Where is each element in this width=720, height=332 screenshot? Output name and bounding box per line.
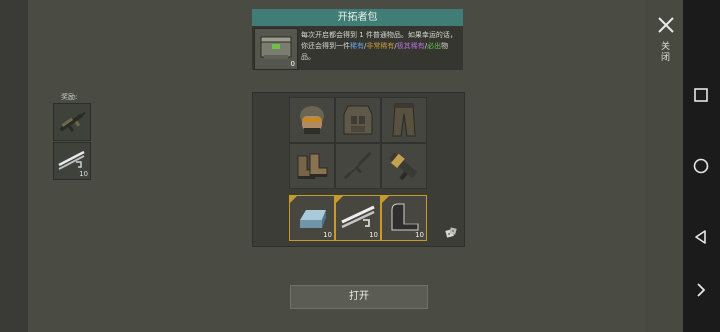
close-label[interactable]: 关闭 (661, 42, 671, 64)
bonus-item-pipes[interactable]: 10 (335, 195, 381, 241)
rifle-icon (343, 151, 372, 180)
item-boots[interactable] (289, 143, 335, 189)
item-helmet[interactable] (289, 97, 335, 143)
item-launcher[interactable] (381, 143, 427, 189)
desc-very-rare: 非常稀有 (366, 42, 395, 50)
launcher-icon (389, 152, 418, 181)
pack-count: 0 (290, 60, 295, 68)
item-vest[interactable] (335, 97, 381, 143)
vest-icon (343, 105, 373, 135)
recent-apps-icon[interactable] (692, 86, 710, 104)
bonus-item-metal-sheet[interactable]: 10 (381, 195, 427, 241)
desc-rare: 稀有 (350, 42, 364, 50)
desc-guaranteed: 必出 (427, 42, 442, 50)
rewards-label: 奖励: (61, 93, 78, 101)
pack-description: 每次开启都会得到 1 件普通物品。如果幸运的话，你还会得到一件稀有/非常稀有/极… (301, 30, 461, 63)
pack-thumbnail: 0 (254, 28, 298, 70)
item-qty: 10 (415, 231, 424, 239)
left-edge-bar (0, 0, 28, 332)
pack-title: 开拓者包 (252, 9, 463, 26)
dice-icon[interactable] (445, 227, 457, 239)
helmet-icon (300, 106, 324, 134)
home-icon[interactable] (692, 157, 710, 175)
item-pants[interactable] (381, 97, 427, 143)
chevron-right-icon[interactable] (692, 281, 710, 299)
reward-qty: 10 (79, 170, 88, 178)
bonus-item-metal-ingot[interactable]: 10 (289, 195, 335, 241)
system-nav-bar (683, 0, 720, 332)
reward-slot-1[interactable] (53, 103, 91, 141)
reward-slot-2[interactable]: 10 (53, 142, 91, 180)
open-button[interactable]: 打开 (290, 285, 428, 309)
desc-epic: 极其稀有 (396, 42, 425, 50)
pack-info-panel: 0 每次开启都会得到 1 件普通物品。如果幸运的话，你还会得到一件稀有/非常稀有… (252, 26, 463, 70)
boots-icon (297, 153, 328, 179)
item-rifle[interactable] (335, 143, 381, 189)
pants-icon (392, 103, 416, 137)
item-qty: 10 (369, 231, 378, 239)
pack-contents-grid: 10 10 10 (252, 92, 465, 247)
item-qty: 10 (323, 231, 332, 239)
close-icon[interactable] (655, 14, 677, 36)
back-icon[interactable] (692, 228, 710, 246)
rifle-icon (59, 112, 86, 132)
